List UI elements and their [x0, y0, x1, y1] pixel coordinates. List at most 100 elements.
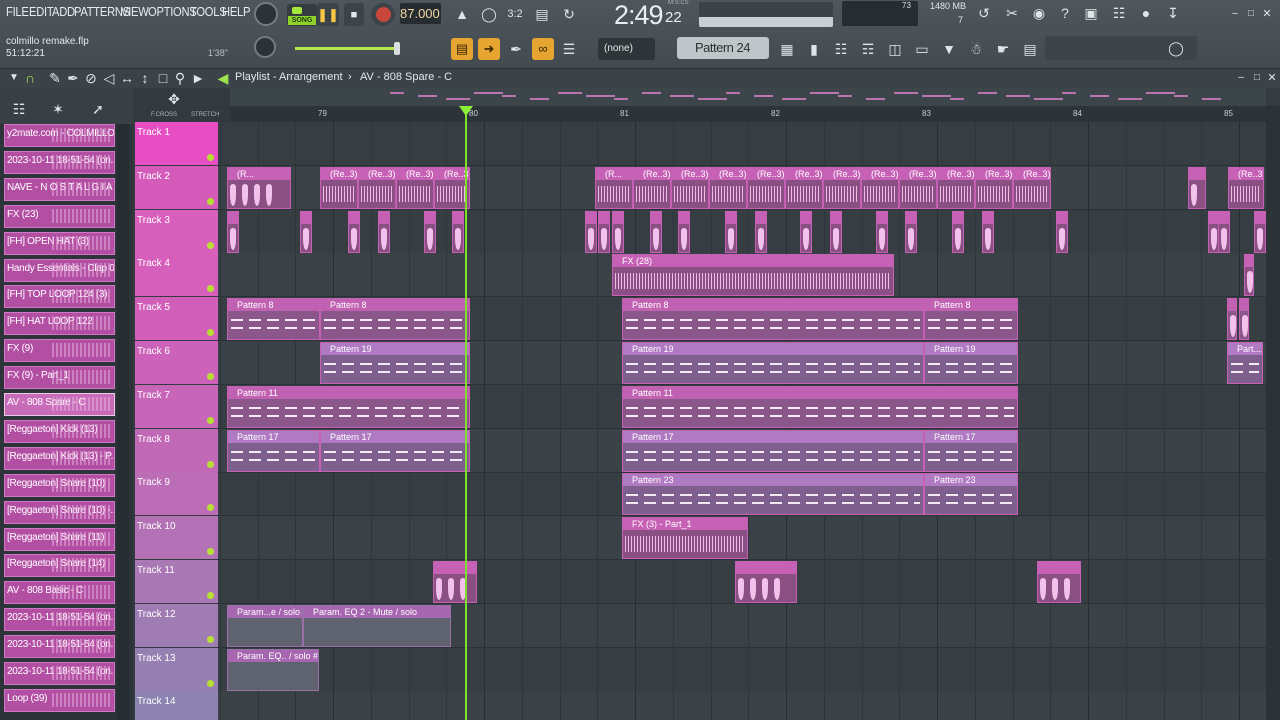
chat-icon[interactable]: ●	[1135, 2, 1157, 24]
channel-4[interactable]: FX (23)	[4, 204, 115, 228]
track7-pattern11[interactable]: Pattern 11	[227, 385, 470, 428]
playhead-marker[interactable]	[459, 106, 473, 116]
track-enable-led[interactable]	[207, 635, 214, 643]
pattern-selector[interactable]: Pattern 24	[677, 37, 769, 59]
track11-clip[interactable]	[735, 561, 797, 603]
channel-14[interactable]: [Reggaeton] Snare (10)	[4, 473, 115, 497]
menu-tools[interactable]: TOOLS	[190, 4, 227, 19]
save-icon[interactable]: ▣	[1080, 2, 1102, 24]
track2-clip[interactable]: (Re..3)	[1228, 166, 1264, 209]
step-edit-icon[interactable]: ▤	[531, 3, 553, 25]
track5-pattern[interactable]	[1227, 298, 1237, 341]
track-enable-led[interactable]	[207, 241, 214, 249]
file-icon[interactable]: ▭	[911, 38, 933, 60]
record-button[interactable]	[371, 3, 395, 26]
track-header-13[interactable]: Track 13	[135, 647, 218, 691]
track-enable-led[interactable]	[207, 592, 214, 599]
master-pitch-knob[interactable]	[254, 36, 276, 58]
track-header-12[interactable]: Track 12	[135, 603, 218, 647]
track2-clip[interactable]: (Re..3)	[747, 166, 785, 209]
track10-fx3-part1[interactable]: FX (3) - Part_1	[622, 517, 748, 560]
track-header-8[interactable]: Track 8	[135, 428, 218, 472]
channel-rack-icon[interactable]: ▮	[803, 38, 825, 60]
track5-pattern[interactable]	[1239, 298, 1249, 341]
track3-clip[interactable]	[227, 210, 239, 253]
menu-help[interactable]: HELP	[222, 4, 250, 19]
track6-part[interactable]: Part...1	[1227, 342, 1263, 384]
picker-scrollbar[interactable]	[117, 124, 129, 720]
track3-clip[interactable]	[1218, 210, 1230, 253]
lane-3[interactable]	[218, 210, 1266, 254]
picker-automation-icon[interactable]: ➚	[87, 98, 109, 120]
playlist-speaker-icon[interactable]: ◀	[212, 67, 234, 89]
menu-add[interactable]: ADD	[52, 4, 75, 19]
track-header-10[interactable]: Track 10	[135, 516, 218, 560]
track-header-14[interactable]: Track 14	[135, 691, 218, 720]
channel-5[interactable]: [FH] OPEN HAT (3)	[4, 231, 115, 255]
channel-19[interactable]: 2023-10-11 18-51-54 (on...	[4, 608, 115, 632]
track-header-1[interactable]: Track 1	[135, 122, 218, 165]
track6-pattern19[interactable]: Pattern 19	[320, 342, 470, 384]
channel-13[interactable]: [Reggaeton] Kick (13) - P...	[4, 446, 115, 470]
track9-pattern23[interactable]: Pattern 23	[924, 473, 1018, 516]
slider-handle[interactable]	[394, 42, 400, 55]
track3-clip[interactable]	[1056, 210, 1068, 253]
track2-clip[interactable]: (Re..3)	[899, 166, 937, 209]
channel-12[interactable]: [Reggaeton] Kick (13)	[4, 419, 115, 443]
menu-file[interactable]: FILE	[6, 4, 29, 19]
piano-roll-view-icon[interactable]: ☶	[857, 38, 879, 60]
track8-pattern17[interactable]: Pattern 17	[227, 429, 320, 472]
channel-2[interactable]: 2023-10-11 18-51-54 (on...	[4, 150, 115, 174]
track4-clip[interactable]	[1244, 254, 1254, 297]
track7-pattern11[interactable]: Pattern 11	[622, 385, 1018, 428]
track13-automation[interactable]: Param. EQ.. / solo #2	[227, 648, 319, 691]
track-enable-led[interactable]	[207, 504, 214, 512]
touch-controller-icon[interactable]: ☛	[992, 38, 1014, 60]
channel-16[interactable]: [Reggaeton] Snare (11)	[4, 527, 115, 551]
track2-clip[interactable]: (Re..3)	[975, 166, 1013, 209]
lane-1[interactable]	[218, 122, 1266, 166]
channel-6[interactable]: Handy Essentials - Clap 0...	[4, 258, 115, 282]
track2-clip[interactable]	[1188, 166, 1206, 209]
track3-clip[interactable]	[452, 210, 464, 253]
track-header-3[interactable]: Track 3	[135, 209, 218, 253]
track4-clip-fx28[interactable]: FX (28)	[612, 254, 894, 297]
track-header-6[interactable]: Track 6	[135, 341, 218, 384]
track5-pattern8[interactable]: Pattern 8	[622, 298, 924, 341]
pause-button[interactable]: ❚❚	[317, 3, 339, 26]
channel-17[interactable]: [Reggaeton] Snare (14)	[4, 554, 115, 578]
wait-record-icon[interactable]: ◯	[478, 3, 500, 25]
countdown-icon[interactable]: 3:2	[504, 3, 526, 25]
track8-pattern17[interactable]: Pattern 17	[924, 429, 1018, 472]
track3-clip[interactable]	[585, 210, 597, 253]
track2-clip[interactable]: (Re..3)	[320, 166, 358, 209]
track2-clip[interactable]: (Re..3)	[396, 166, 434, 209]
track-header-2[interactable]: Track 2	[135, 165, 218, 209]
track8-pattern17[interactable]: Pattern 17	[320, 429, 470, 472]
record-audio-icon[interactable]: ☃	[965, 38, 987, 60]
track2-clip[interactable]: (Re..3)	[633, 166, 671, 209]
track5-pattern8[interactable]: Pattern 8	[320, 298, 470, 341]
menu-view[interactable]: VIEW	[121, 4, 149, 19]
playlist-close-icon[interactable]: ✕	[1261, 67, 1280, 89]
playlist-grid[interactable]: (R... (Re..3) (Re..3) (Re..3) (Re..3) (R... (R…	[218, 122, 1266, 720]
track5-pattern8[interactable]: Pattern 8	[227, 298, 320, 341]
brush-icon[interactable]: ✒	[505, 38, 527, 60]
channel-20[interactable]: 2023-10-11 18-51-54 (on...	[4, 635, 115, 659]
channel-15[interactable]: [Reggaeton] Snare (10) -...	[4, 500, 115, 524]
typing-keyboard-icon[interactable]: ☰	[558, 38, 580, 60]
track2-clip[interactable]: (R...	[595, 166, 633, 209]
track-enable-led[interactable]	[207, 679, 214, 687]
track-enable-led[interactable]	[207, 416, 214, 424]
track-enable-led[interactable]	[207, 154, 214, 161]
track2-clip[interactable]: (Re..3)	[937, 166, 975, 209]
track12-automation[interactable]: Param...e / solo	[227, 604, 303, 647]
track3-clip[interactable]	[905, 210, 917, 253]
track-enable-led[interactable]	[207, 548, 214, 556]
track3-clip[interactable]	[830, 210, 842, 253]
track3-clip[interactable]	[800, 210, 812, 253]
time-display[interactable]: 2:49 22 M:S:CS	[590, 0, 695, 30]
metronome-icon[interactable]: ▲	[451, 3, 473, 25]
master-slider[interactable]	[295, 42, 400, 55]
playback-icon[interactable]: ►	[187, 67, 209, 89]
